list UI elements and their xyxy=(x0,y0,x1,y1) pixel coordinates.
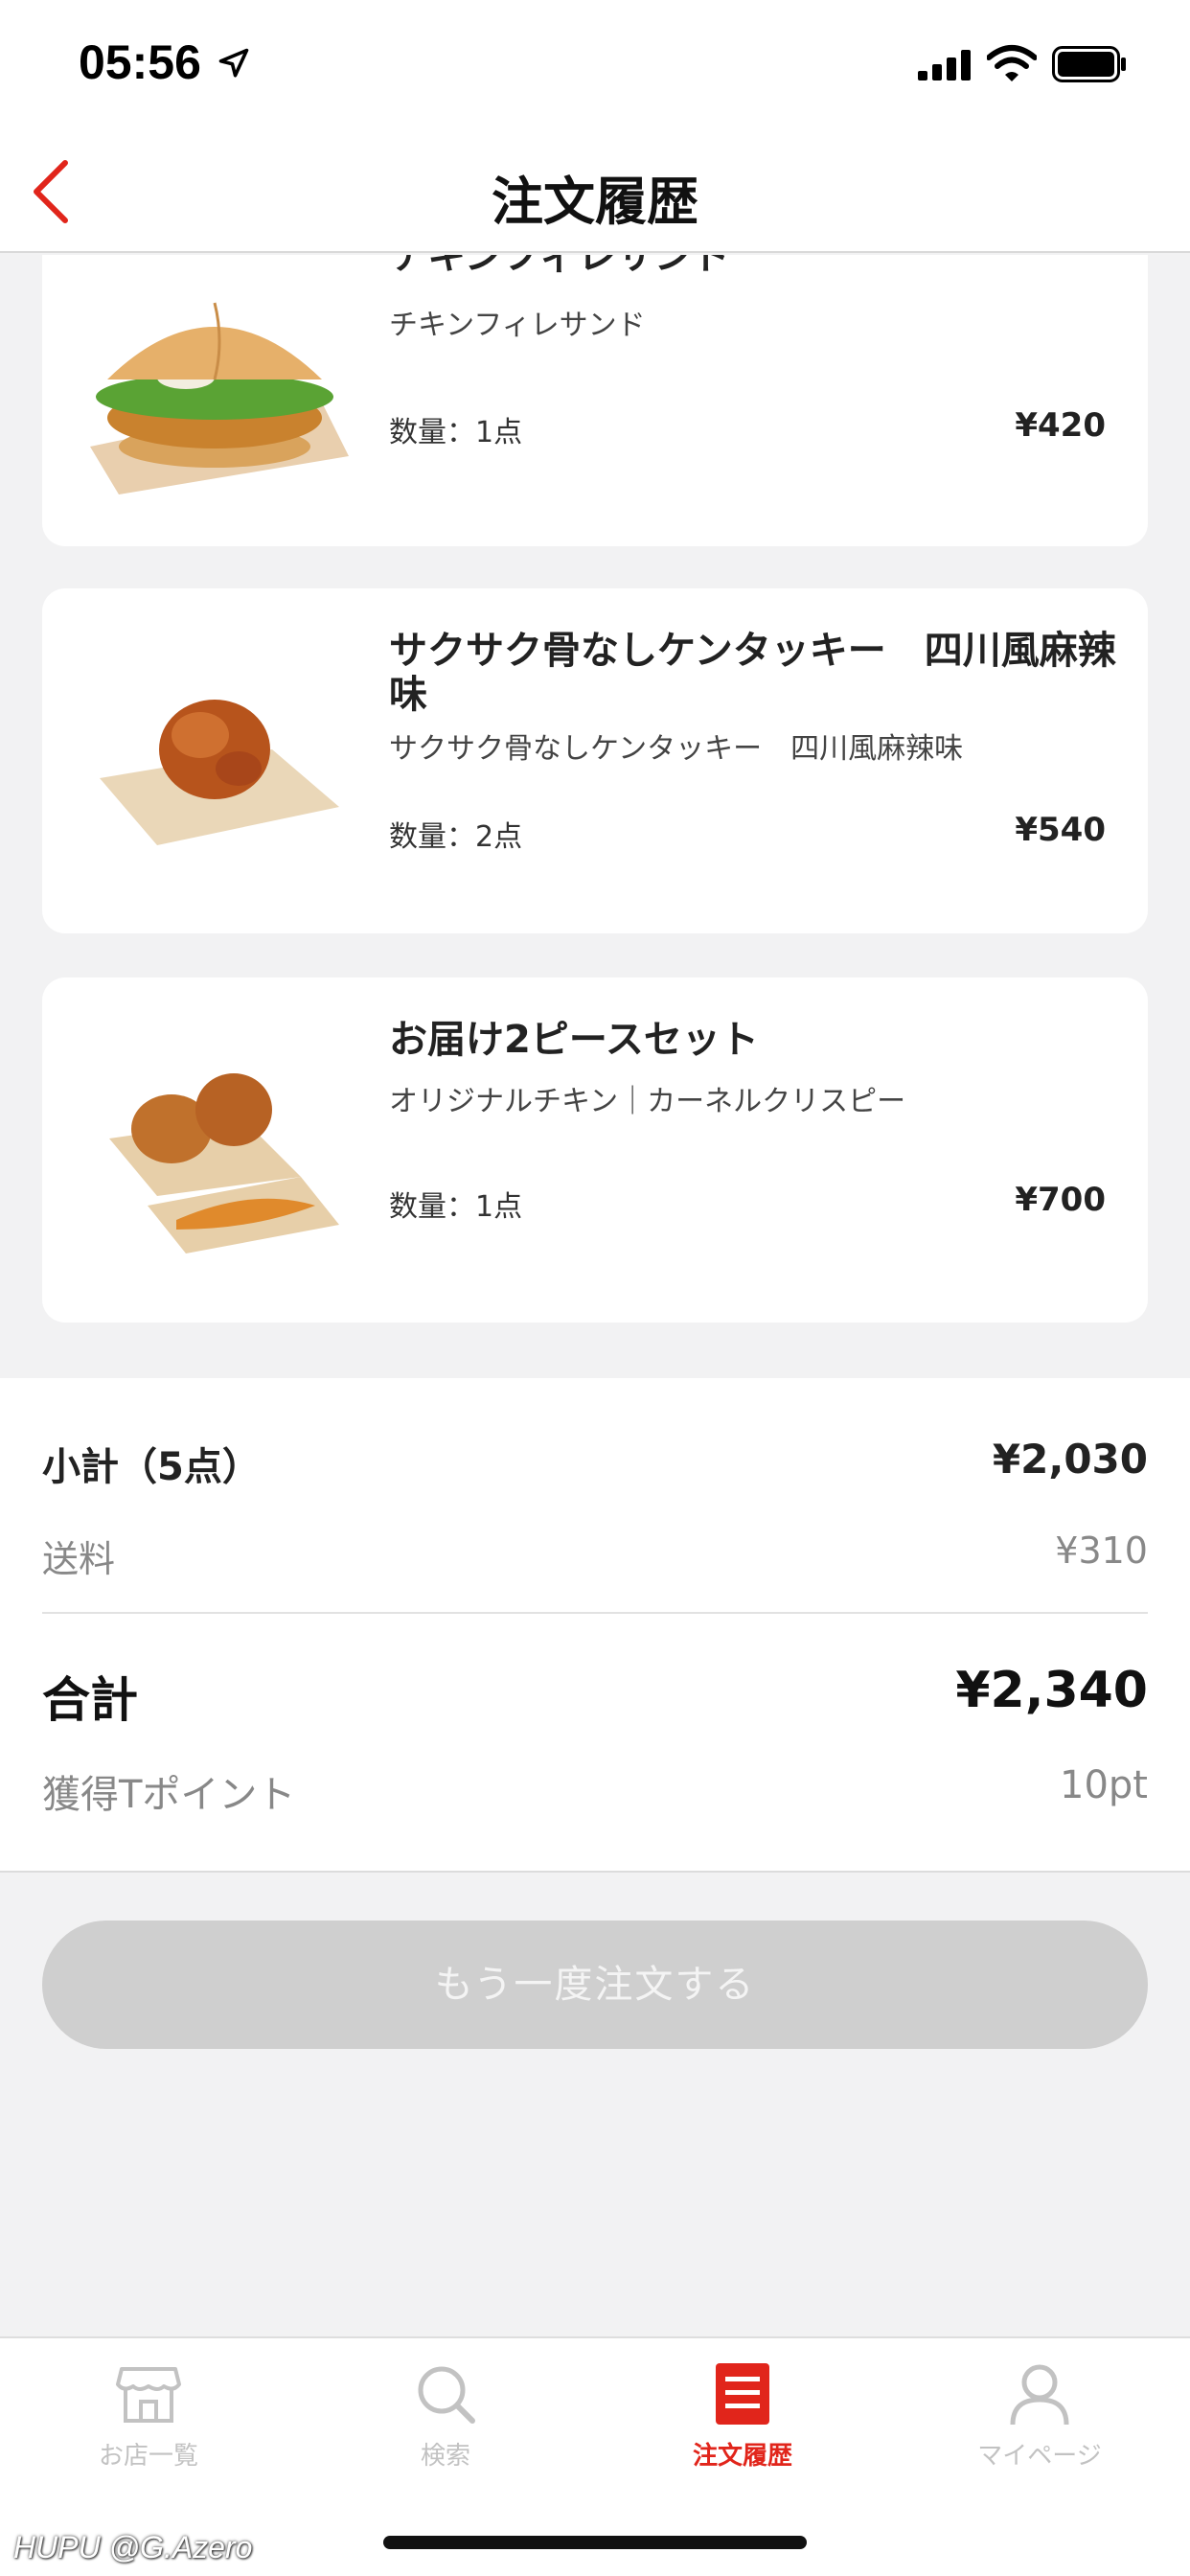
tab-search[interactable]: 検索 xyxy=(297,2338,594,2501)
item-description: サクサク骨なしケンタッキー 四川風麻辣味 xyxy=(389,732,964,766)
item-price: ¥420 xyxy=(1015,406,1106,445)
order-detail-content[interactable]: チキンフィレサンド チキンフィレサンド 数量：1点 ¥420 サクサク骨なしケン… xyxy=(0,255,1190,2336)
page-title: 注文履歴 xyxy=(492,172,698,232)
divider xyxy=(42,1612,1148,1614)
item-quantity: 数量：1点 xyxy=(389,416,523,449)
home-indicator xyxy=(383,2536,807,2549)
status-bar: 05:56 xyxy=(0,0,1190,125)
item-quantity: 数量：1点 xyxy=(389,1190,523,1224)
boneless-chicken-image xyxy=(100,700,339,845)
item-name: チキンフィレサンド xyxy=(389,255,731,278)
subtotal-value: ¥2,030 xyxy=(992,1436,1148,1483)
subtotal-label: 小計（5点） xyxy=(42,1445,261,1489)
order-item-card: チキンフィレサンド チキンフィレサンド 数量：1点 ¥420 xyxy=(42,255,1148,546)
item-description: オリジナルチキン｜カーネルクリスピー xyxy=(389,1085,906,1118)
search-icon xyxy=(418,2366,475,2424)
tab-label: お店一覧 xyxy=(98,2442,198,2471)
store-icon xyxy=(116,2367,181,2423)
watermark: HUPU @G.Azero xyxy=(13,2530,253,2564)
item-name: お届け2ピースセット xyxy=(389,1018,759,1062)
item-price: ¥540 xyxy=(1015,811,1106,849)
chicken-fillet-sandwich-image xyxy=(90,302,349,494)
item-description: チキンフィレサンド xyxy=(389,309,646,342)
tab-order-history[interactable]: 注文履歴 xyxy=(594,2338,891,2501)
order-summary: 小計（5点） ¥2,030 送料 ¥310 合計 ¥2,340 獲得Tポイント … xyxy=(0,1378,1190,1873)
order-item-card: サクサク骨なしケンタッキー 四川風麻辣味 サクサク骨なしケンタッキー 四川風麻辣… xyxy=(42,588,1148,933)
two-piece-set-image xyxy=(109,1073,339,1254)
cellular-signal-icon xyxy=(918,50,971,80)
order-history-icon xyxy=(716,2363,769,2425)
navigation-bar: 注文履歴 xyxy=(0,125,1190,253)
tab-label: マイページ xyxy=(977,2442,1102,2471)
item-price: ¥700 xyxy=(1015,1181,1106,1219)
tab-store-list[interactable]: お店一覧 xyxy=(0,2338,297,2501)
person-icon xyxy=(1010,2364,1069,2426)
points-value: 10pt xyxy=(1060,1763,1148,1807)
tab-label: 検索 xyxy=(420,2442,470,2471)
points-label: 獲得Tポイント xyxy=(42,1773,296,1817)
wifi-icon xyxy=(987,45,1037,81)
location-arrow-icon xyxy=(218,48,249,78)
status-time: 05:56 xyxy=(79,35,201,89)
shipping-value: ¥310 xyxy=(1055,1530,1148,1572)
battery-icon xyxy=(1052,46,1126,82)
item-quantity: 数量：2点 xyxy=(389,820,523,854)
reorder-button[interactable]: もう一度注文する xyxy=(42,1920,1148,2049)
shipping-label: 送料 xyxy=(42,1538,116,1580)
order-item-card: お届け2ピースセット オリジナルチキン｜カーネルクリスピー 数量：1点 ¥700 xyxy=(42,978,1148,1322)
tab-my-page[interactable]: マイページ xyxy=(891,2338,1188,2501)
total-value: ¥2,340 xyxy=(955,1662,1148,1719)
total-label: 合計 xyxy=(42,1672,138,1728)
tab-label: 注文履歴 xyxy=(692,2442,792,2471)
item-name: サクサク骨なしケンタッキー 四川風麻辣味 xyxy=(389,629,1116,717)
